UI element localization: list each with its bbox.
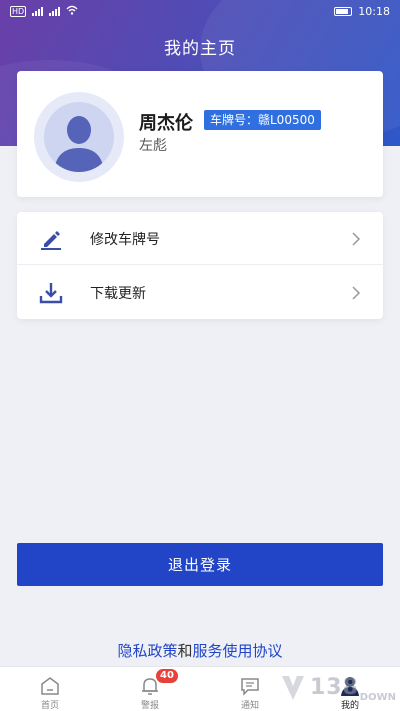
menu-item-download-update[interactable]: 下载更新 (17, 266, 383, 319)
signal-icon (49, 6, 61, 16)
menu-item-label: 修改车牌号 (90, 232, 160, 248)
battery-icon (334, 6, 353, 16)
avatar-placeholder-icon (44, 102, 114, 172)
menu-card: 修改车牌号 下载更新 (17, 212, 383, 319)
watermark-text: 138 (310, 674, 359, 700)
signal-icon (32, 6, 44, 16)
menu-item-edit-plate[interactable]: 修改车牌号 (17, 212, 383, 265)
status-bar-right: 10:18 (334, 5, 390, 18)
chevron-right-icon (351, 231, 361, 246)
policy-conjunction: 和 (177, 642, 193, 660)
page-title: 我的主页 (164, 39, 236, 59)
service-agreement-link[interactable]: 服务使用协议 (193, 642, 283, 660)
logout-button[interactable]: 退出登录 (17, 543, 383, 586)
download-icon (39, 281, 63, 305)
privacy-policy-link[interactable]: 隐私政策 (117, 642, 177, 660)
tab-label: 警报 (140, 701, 159, 711)
menu-item-label: 下载更新 (90, 286, 146, 302)
tab-label: 首页 (40, 701, 59, 711)
message-icon (239, 675, 261, 697)
user-name: 周杰伦 (139, 113, 193, 134)
plate-badge: 车牌号：赣L00500 (204, 110, 321, 130)
hd-indicator: HD (10, 5, 27, 17)
chevron-right-icon (351, 285, 361, 300)
watermark-icon (282, 676, 304, 700)
user-role: 左彪 (139, 138, 167, 154)
tab-alarm[interactable]: 40 警报 (100, 667, 200, 711)
status-bar-left: HD (10, 5, 78, 18)
home-icon (39, 675, 61, 697)
clock: 10:18 (358, 4, 390, 18)
avatar[interactable] (34, 92, 124, 182)
policy-links: 隐私政策和服务使用协议 (0, 640, 400, 661)
alarm-count-badge: 40 (156, 669, 178, 683)
edit-icon (39, 227, 63, 251)
status-bar: HD 10:18 (0, 0, 400, 22)
profile-card: 周杰伦 车牌号：赣L00500 左彪 (17, 71, 383, 197)
watermark-small-text: DOWN (359, 692, 396, 703)
wifi-icon (66, 5, 78, 18)
tab-home[interactable]: 首页 (0, 667, 100, 711)
watermark-logo: 138 DOWN (280, 667, 398, 707)
